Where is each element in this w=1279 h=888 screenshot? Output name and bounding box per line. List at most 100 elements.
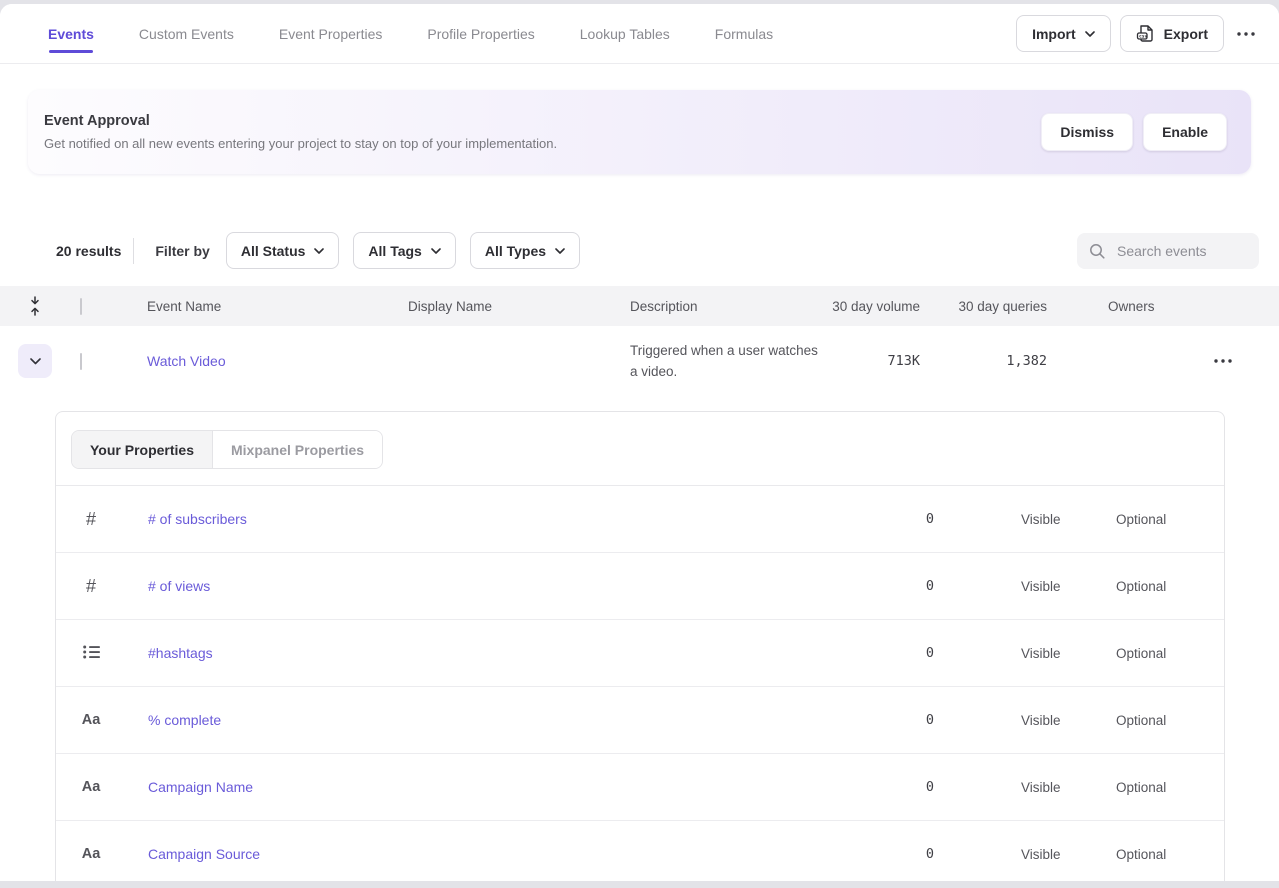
properties-list: # # of subscribers 0 Visible Optional # …	[56, 486, 1224, 881]
number-icon: #	[86, 509, 96, 530]
nav-tab-profile-properties[interactable]: Profile Properties	[427, 26, 534, 42]
property-value: 0	[926, 645, 934, 661]
export-button-label: Export	[1164, 26, 1208, 42]
property-row-of-subscribers: # # of subscribers 0 Visible Optional	[56, 486, 1224, 553]
filter-dropdown-all-types[interactable]: All Types	[470, 232, 580, 269]
property-row-complete: Aa % complete 0 Visible Optional	[56, 687, 1224, 754]
filter-by-label: Filter by	[155, 243, 209, 259]
property-visibility: Visible	[1021, 847, 1061, 862]
property-requirement: Optional	[1116, 780, 1166, 795]
text-icon: Aa	[82, 779, 101, 795]
chevron-down-icon	[1085, 31, 1095, 37]
table-row-watch-video: Watch Video Triggered when a user watche…	[0, 326, 1279, 396]
ellipsis-icon	[1214, 359, 1232, 363]
csv-file-icon: csv	[1136, 24, 1155, 43]
property-requirement: Optional	[1116, 512, 1166, 527]
row-checkbox[interactable]	[80, 353, 82, 370]
row-more-button[interactable]	[1210, 353, 1236, 369]
event-name-link[interactable]: Watch Video	[147, 353, 226, 369]
event-approval-banner: Event Approval Get notified on all new e…	[28, 90, 1251, 174]
tab-mixpanel-properties[interactable]: Mixpanel Properties	[213, 431, 382, 468]
event-30-day-volume: 713K	[887, 353, 920, 369]
event-properties-panel: Your PropertiesMixpanel Properties # # o…	[55, 411, 1225, 881]
property-value: 0	[926, 712, 934, 728]
column-header-display-name: Display Name	[368, 299, 590, 314]
search-box	[1077, 233, 1259, 269]
property-value: 0	[926, 779, 934, 795]
banner-description: Get notified on all new events entering …	[44, 136, 557, 151]
property-requirement: Optional	[1116, 847, 1166, 862]
chevron-down-icon	[314, 248, 324, 254]
results-count: 20 results	[56, 243, 121, 259]
property-value: 0	[926, 578, 934, 594]
property-visibility: Visible	[1021, 579, 1061, 594]
banner-actions: Dismiss Enable	[1041, 113, 1227, 151]
filter-dropdown-all-status[interactable]: All Status	[226, 232, 340, 269]
collapse-all-icon	[29, 296, 41, 316]
property-row-campaign-name: Aa Campaign Name 0 Visible Optional	[56, 754, 1224, 821]
chevron-down-icon	[555, 248, 565, 254]
column-header-30-day-volume: 30 day volume	[820, 299, 920, 314]
more-menu-button[interactable]	[1233, 26, 1259, 42]
property-visibility: Visible	[1021, 512, 1061, 527]
property-name-link[interactable]: Campaign Source	[148, 846, 260, 862]
property-visibility: Visible	[1021, 713, 1061, 728]
list-icon	[83, 645, 100, 662]
property-name-link[interactable]: Campaign Name	[148, 779, 253, 795]
event-description: Triggered when a user watches a video.	[630, 343, 818, 379]
nav-tab-formulas[interactable]: Formulas	[715, 26, 773, 42]
select-all-checkbox[interactable]	[80, 298, 82, 315]
nav-tab-custom-events[interactable]: Custom Events	[139, 26, 234, 42]
property-visibility: Visible	[1021, 646, 1061, 661]
divider	[133, 238, 134, 264]
svg-text:csv: csv	[1139, 35, 1148, 40]
text-icon: Aa	[82, 846, 101, 862]
nav-tab-events[interactable]: Events	[48, 26, 94, 42]
property-name-link[interactable]: # of views	[148, 578, 210, 594]
properties-tab-group: Your PropertiesMixpanel Properties	[71, 430, 383, 469]
column-header-30-day-queries: 30 day queries	[920, 299, 1047, 314]
column-header-owners: Owners	[1047, 299, 1157, 314]
filter-dropdowns: All Status All Tags All Types	[226, 232, 580, 269]
banner-title: Event Approval	[44, 113, 557, 129]
search-events-input[interactable]	[1115, 242, 1247, 260]
dismiss-button[interactable]: Dismiss	[1041, 113, 1133, 151]
events-table-header: Event Name Display Name Description 30 d…	[0, 286, 1279, 326]
event-30-day-queries: 1,382	[1006, 353, 1047, 369]
nav-tab-lookup-tables[interactable]: Lookup Tables	[580, 26, 670, 42]
chevron-down-icon	[431, 248, 441, 254]
ellipsis-icon	[1237, 32, 1255, 36]
nav-tabs: Events Custom Events Event Properties Profi…	[48, 26, 773, 42]
enable-button[interactable]: Enable	[1143, 113, 1227, 151]
properties-tabs-wrap: Your PropertiesMixpanel Properties	[56, 412, 1224, 485]
property-row-campaign-source: Aa Campaign Source 0 Visible Optional	[56, 821, 1224, 881]
text-icon: Aa	[82, 712, 101, 728]
search-icon	[1089, 243, 1105, 259]
import-button-label: Import	[1032, 26, 1076, 42]
nav-tab-event-properties[interactable]: Event Properties	[279, 26, 383, 42]
filter-row: 20 results Filter by All Status All Tags…	[0, 232, 1279, 269]
property-name-link[interactable]: #hashtags	[148, 645, 213, 661]
lexicon-page: Events Custom Events Event Properties Profi…	[0, 4, 1279, 881]
property-name-link[interactable]: % complete	[148, 712, 221, 728]
property-value: 0	[926, 511, 934, 527]
top-navigation: Events Custom Events Event Properties Profi…	[0, 4, 1279, 64]
column-header-description: Description	[590, 299, 820, 314]
property-row-hashtags: #hashtags 0 Visible Optional	[56, 620, 1224, 687]
property-requirement: Optional	[1116, 646, 1166, 661]
import-button[interactable]: Import	[1016, 15, 1111, 52]
filter-dropdown-all-tags[interactable]: All Tags	[353, 232, 455, 269]
chevron-down-icon	[30, 358, 41, 365]
property-requirement: Optional	[1116, 713, 1166, 728]
collapse-row-button[interactable]	[18, 344, 52, 378]
property-requirement: Optional	[1116, 579, 1166, 594]
property-value: 0	[926, 846, 934, 862]
tab-your-properties[interactable]: Your Properties	[72, 431, 213, 468]
property-row-of-views: # # of views 0 Visible Optional	[56, 553, 1224, 620]
number-icon: #	[86, 576, 96, 597]
property-name-link[interactable]: # of subscribers	[148, 511, 247, 527]
topnav-actions: Import csv Export	[1016, 15, 1259, 52]
collapse-all-button[interactable]	[27, 294, 43, 318]
column-header-event-name: Event Name	[107, 299, 368, 314]
export-button[interactable]: csv Export	[1120, 15, 1224, 52]
